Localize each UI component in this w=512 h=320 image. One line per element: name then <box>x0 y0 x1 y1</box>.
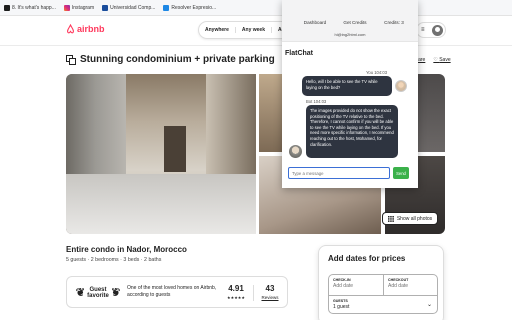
user-message-meta: You 104:03 <box>366 70 388 75</box>
bookmark-item[interactable]: Universidad Comp... <box>102 4 155 11</box>
airbnb-logo-icon <box>67 24 74 34</box>
avatar-icon <box>432 24 443 36</box>
laurel-left-icon: ❦ <box>75 286 85 299</box>
user-menu-button[interactable]: ≡ <box>416 22 446 38</box>
listing-title: Stunning condominium + private parking <box>66 54 275 65</box>
save-button[interactable]: ♡ Save <box>433 57 450 63</box>
bookmark-item[interactable]: Resolver Expresio... <box>163 4 216 11</box>
instagram-icon <box>63 4 70 11</box>
user-avatar <box>395 80 407 92</box>
message-input[interactable] <box>288 167 390 179</box>
user-email: hi@ing2html.com <box>334 32 366 37</box>
rating-value: 4.91 <box>228 284 244 293</box>
airbnb-logo[interactable]: airbnb <box>66 24 105 34</box>
dashboard-button[interactable]: Dashboard <box>296 15 334 29</box>
credits-count: Credits: 3 <box>384 19 404 25</box>
photo-main[interactable] <box>66 74 256 234</box>
photo-top-middle[interactable] <box>259 74 283 152</box>
get-credits-button[interactable]: Get Credits <box>337 15 373 29</box>
guest-favorite-badge: ❦ Guest favorite ❦ <box>75 286 121 300</box>
chat-title: FlatChat <box>285 50 313 57</box>
site-header: airbnb Anywhere Any week Add ≡ <box>0 16 512 46</box>
laurel-right-icon: ❦ <box>111 286 121 299</box>
listing-subtitle: Entire condo in Nador, Morocco <box>66 245 187 254</box>
bot-message: The images provided do not show the exac… <box>306 105 398 158</box>
reviews-count: 43 <box>265 284 275 293</box>
booking-title: Add dates for prices <box>328 254 406 263</box>
divider <box>253 285 254 301</box>
menu-icon: ≡ <box>421 27 425 33</box>
chevron-down-icon: ⌄ <box>426 302 432 308</box>
guest-favorite-card: ❦ Guest favorite ❦ One of the most loved… <box>66 276 288 308</box>
x-icon <box>4 4 10 11</box>
university-icon <box>102 4 109 11</box>
flatchat-popup: Dashboard Get Credits Credits: 3 hi@ing2… <box>282 0 418 188</box>
checkin-field[interactable]: CHECK-IN Add date <box>329 275 384 295</box>
user-message: Hello, will I be able to see the TV whil… <box>302 76 392 96</box>
bot-avatar <box>289 145 302 158</box>
send-button[interactable]: Send <box>393 167 409 179</box>
bookmark-item[interactable]: Instagram <box>63 4 94 11</box>
show-all-photos-button[interactable]: Show all photos <box>382 212 438 225</box>
bookmarks-bar: 8. It's what's happ... Instagram Univers… <box>0 0 512 16</box>
guests-dropdown[interactable]: GUESTS 1 guest ⌄ <box>329 295 437 314</box>
date-picker: CHECK-IN Add date CHECKOUT Add date GUES… <box>328 274 438 314</box>
listing-details: 5 guests · 2 bedrooms · 3 beds · 2 baths <box>66 257 162 263</box>
photo-door <box>164 126 186 172</box>
rating-stars: ★★★★★ <box>227 295 245 300</box>
reviews-link[interactable]: Reviews <box>257 295 283 300</box>
calculator-icon <box>163 4 170 11</box>
grid-icon <box>387 215 394 222</box>
photo-floor <box>66 174 256 234</box>
bot-message-meta: Bot 104:03 <box>306 99 327 104</box>
guest-favorite-text: One of the most loved homes on Airbnb, a… <box>127 285 217 298</box>
translate-icon <box>66 54 76 65</box>
bookmark-item[interactable]: 8. It's what's happ... <box>4 4 56 11</box>
popup-header: Dashboard Get Credits Credits: 3 hi@ing2… <box>282 0 418 42</box>
booking-card: Add dates for prices CHECK-IN Add date C… <box>318 245 444 320</box>
search-any-week[interactable]: Any week <box>236 27 272 33</box>
search-anywhere[interactable]: Anywhere <box>199 27 236 33</box>
checkout-field[interactable]: CHECKOUT Add date <box>384 275 439 295</box>
